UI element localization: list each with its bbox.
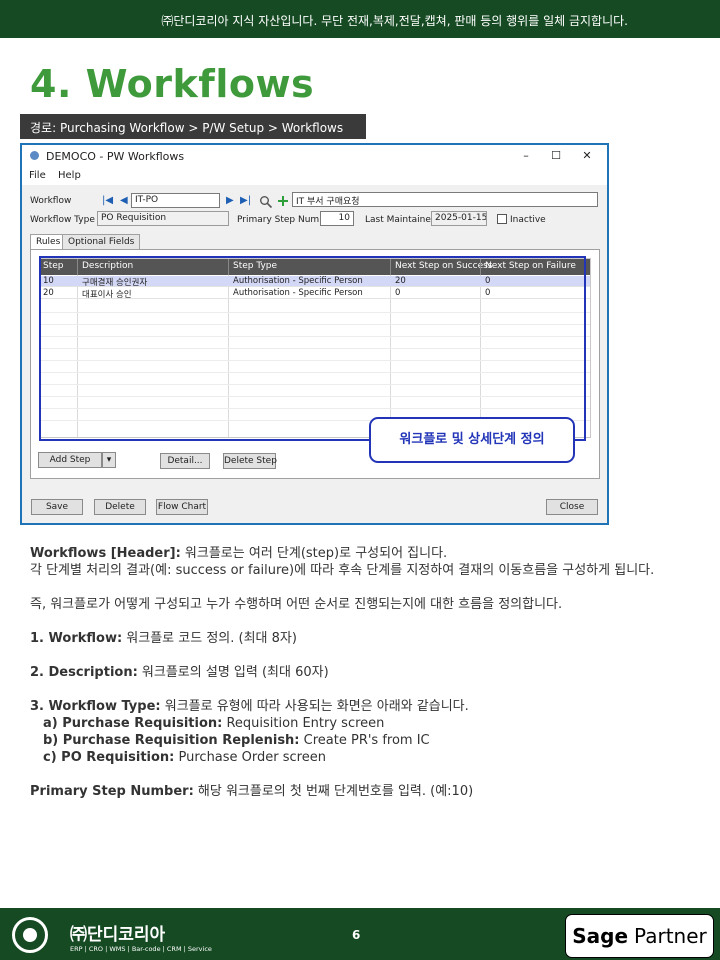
tab-optional-fields[interactable]: Optional Fields (62, 234, 141, 250)
company-name: ㈜단디코리아 (70, 925, 166, 945)
previous-record-icon[interactable]: ◀ (120, 195, 128, 206)
menu-file[interactable]: File (29, 170, 46, 181)
close-icon[interactable]: ✕ (573, 147, 601, 165)
last-maintained-label: Last Maintained (365, 215, 437, 225)
item-workflow: 1. Workflow: 워크플로 코드 정의. (최대 8자) (30, 631, 297, 646)
workflows-window: DEMOCO - PW Workflows – ☐ ✕ File Help Wo… (20, 143, 609, 525)
explanation-line: 각 단계별 처리의 결과(예: success or failure)에 따라 … (30, 563, 655, 578)
add-step-button[interactable]: Add Step (38, 452, 102, 468)
subitem-c: c) PO Requisition: Purchase Order screen (43, 750, 326, 765)
partner-text: Partner (634, 924, 707, 948)
close-button[interactable]: Close (546, 499, 598, 515)
next-record-icon[interactable]: ▶ (226, 195, 234, 206)
top-banner: ㈜단디코리아 지식 자산입니다. 무단 전재,복제,전달,캡쳐, 판매 등의 행… (0, 0, 720, 38)
page-number: 6 (352, 928, 361, 942)
footer: ㈜단디코리아 ERP | CRO | WMS | Bar-code | CRM … (0, 908, 720, 960)
minimize-icon[interactable]: – (512, 147, 540, 165)
workflow-code-input[interactable]: IT-PO (131, 193, 220, 208)
callout-label: 워크플로 및 상세단계 정의 (369, 417, 575, 463)
add-step-dropdown-icon[interactable]: ▾ (102, 452, 116, 468)
item-primary-step: Primary Step Number: 해당 워크플로의 첫 번째 단계번호를… (30, 784, 474, 799)
workflow-type-label: Workflow Type (30, 215, 95, 225)
delete-step-button[interactable]: Delete Step (223, 453, 277, 469)
first-record-icon[interactable]: |◀ (102, 195, 113, 206)
grid-highlight-box (39, 256, 586, 441)
tab-rules[interactable]: Rules (30, 234, 67, 250)
primary-step-input[interactable]: 10 (320, 211, 354, 226)
last-record-icon[interactable]: ▶| (240, 195, 251, 206)
inactive-label: Inactive (510, 215, 546, 225)
workflow-description-input[interactable]: IT 부서 구매요청 (292, 192, 598, 207)
menu-help[interactable]: Help (58, 170, 81, 181)
workflow-type-field: PO Requisition (97, 211, 229, 226)
navigation-path: 경로: Purchasing Workflow > P/W Setup > Wo… (20, 114, 366, 139)
copyright-notice: ㈜단디코리아 지식 자산입니다. 무단 전재,복제,전달,캡쳐, 판매 등의 행… (161, 14, 628, 28)
flow-chart-button[interactable]: Flow Chart (156, 499, 208, 515)
search-icon[interactable] (259, 194, 273, 209)
detail-button[interactable]: Detail... (160, 453, 210, 469)
add-new-icon[interactable] (276, 193, 290, 207)
company-logo-icon (12, 917, 48, 953)
page-title: 4. Workflows (30, 62, 315, 106)
company-services: ERP | CRO | WMS | Bar-code | CRM | Servi… (70, 945, 212, 953)
item-description: 2. Description: 워크플로의 설명 입력 (최대 60자) (30, 665, 329, 680)
sage-wordmark: Sage (572, 924, 629, 948)
description-text: Workflows [Header]: 워크플로는 여러 단계(step)로 구… (30, 545, 698, 800)
item-workflow-type: 3. Workflow Type: 워크플로 유형에 따라 사용되는 화면은 아… (30, 699, 469, 714)
inactive-checkbox[interactable] (497, 214, 507, 224)
app-icon (30, 151, 39, 160)
delete-button[interactable]: Delete (94, 499, 146, 515)
summary-line: 즉, 워크플로가 어떻게 구성되고 누가 수행하며 어떤 순서로 진행되는지에 … (30, 597, 563, 612)
subitem-b: b) Purchase Requisition Replenish: Creat… (43, 733, 430, 748)
subitem-a: a) Purchase Requisition: Requisition Ent… (43, 716, 385, 731)
menu-bar: File Help (22, 167, 607, 185)
save-button[interactable]: Save (31, 499, 83, 515)
window-title: DEMOCO - PW Workflows (46, 150, 185, 163)
last-maintained-field: 2025-01-15 (431, 211, 487, 226)
maximize-icon[interactable]: ☐ (542, 147, 570, 165)
header-line: Workflows [Header]: 워크플로는 여러 단계(step)로 구… (30, 546, 448, 561)
sage-partner-logo: Sage Partner (565, 914, 714, 958)
workflow-label: Workflow (30, 196, 72, 206)
window-titlebar: DEMOCO - PW Workflows – ☐ ✕ (22, 145, 607, 167)
